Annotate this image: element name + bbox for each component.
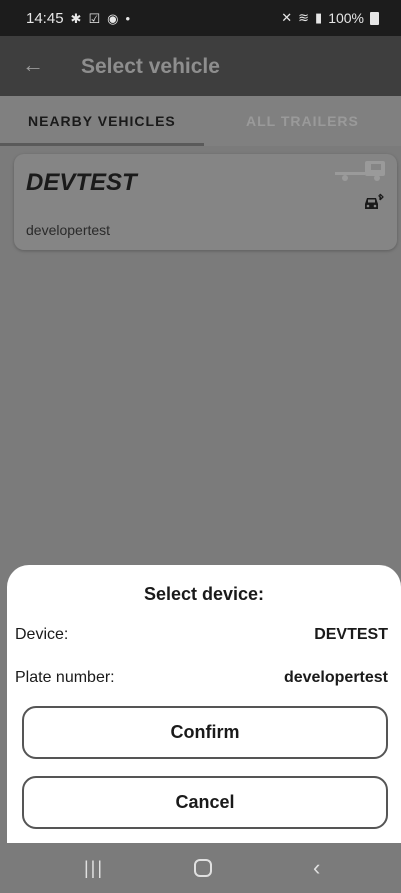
back-icon[interactable]: ‹ [313, 855, 320, 881]
signal-icon: ▮ [315, 10, 323, 25]
vehicle-name: DEVTEST [26, 169, 137, 196]
arrow-left-icon[interactable]: ← [22, 52, 48, 78]
tab-indicator [0, 143, 204, 146]
mute-icon: ✕ [281, 10, 293, 25]
status-time: 14:45 [26, 10, 64, 27]
status-time-group: 14:45 ✱ ☑ ◉ • [26, 10, 130, 27]
dot-icon: • [125, 11, 131, 26]
trailer-truck-icon [335, 161, 385, 181]
app-bar: ← Select vehicle [0, 36, 401, 96]
device-label: Device: [15, 626, 69, 643]
page-title: Select vehicle [81, 55, 220, 78]
battery-icon [370, 11, 379, 25]
device-value: DEVTEST [314, 626, 388, 643]
notification-icon: ◉ [107, 10, 119, 26]
plate-number-label: Plate number: [15, 669, 115, 686]
tab-nearby-vehicles[interactable]: NEARBY VEHICLES [28, 113, 176, 129]
home-icon[interactable] [194, 859, 212, 877]
plate-number-row: Plate number: developertest [15, 667, 388, 689]
tab-bar: NEARBY VEHICLES ALL TRAILERS [0, 96, 401, 146]
status-bar: 14:45 ✱ ☑ ◉ • ✕ ≋ ▮ 100% [0, 0, 401, 36]
status-right-group: ✕ ≋ ▮ 100% [281, 10, 379, 26]
tab-all-trailers[interactable]: ALL TRAILERS [246, 113, 359, 129]
vehicle-plate: developertest [26, 222, 111, 238]
device-row: Device: DEVTEST [15, 624, 388, 646]
check-square-icon: ☑ [88, 10, 101, 26]
plate-number-value: developertest [283, 669, 388, 686]
system-nav-bar: ||| ‹ [0, 843, 401, 893]
bluetooth-icon: ✱ [70, 10, 82, 26]
recent-apps-icon[interactable]: ||| [84, 858, 104, 879]
battery-percent: 100% [328, 10, 364, 26]
cancel-button[interactable]: Cancel [22, 776, 388, 829]
car-bluetooth-icon [365, 193, 384, 209]
confirm-button[interactable]: Confirm [22, 706, 388, 759]
wifi-icon: ≋ [298, 10, 310, 25]
sheet-title: Select device: [143, 584, 265, 604]
vehicle-card[interactable]: DEVTEST developertest [14, 154, 397, 250]
